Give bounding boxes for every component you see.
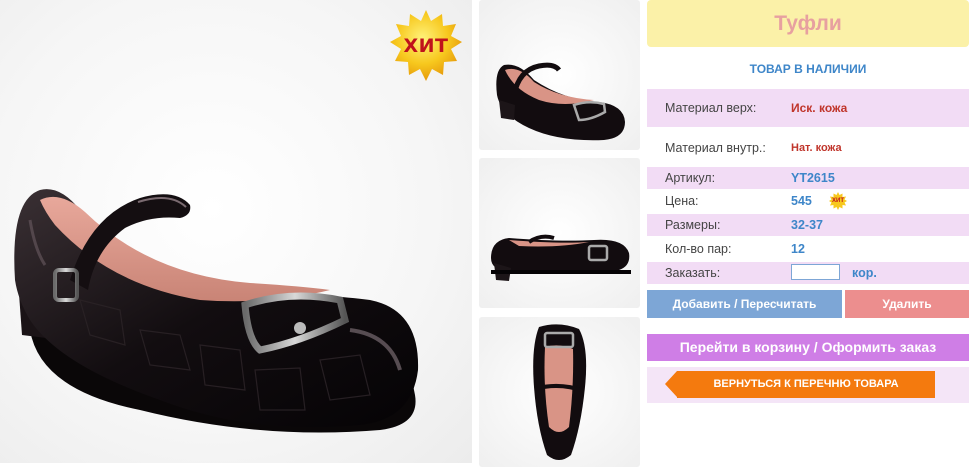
sizes-value: 32-37 [791,218,823,232]
material-inner-value: Нат. кожа [791,142,842,154]
order-unit: кор. [852,266,877,280]
material-inner-label: Материал внутр.: [665,141,766,155]
hit-badge: ХИТ [388,8,464,84]
price-label: Цена: [665,194,699,208]
material-top-value: Иск. кожа [791,101,848,115]
hit-badge-label: ХИТ [403,35,449,57]
add-recalculate-button[interactable]: Добавить / Пересчитать [647,290,842,318]
thumbnail-3[interactable] [479,317,640,467]
price-hit-label: ХИТ [832,198,844,204]
main-product-image: ХИТ [0,0,472,463]
row-price: Цена: 545 ХИТ [647,190,969,212]
price-hit-badge: ХИТ [829,192,847,210]
order-label: Заказать: [665,266,721,280]
article-value: YT2615 [791,171,835,185]
thumbnail-2[interactable] [479,158,640,308]
order-quantity-input[interactable] [791,264,840,280]
go-to-cart-button[interactable]: Перейти в корзину / Оформить заказ [647,334,969,361]
sizes-label: Размеры: [665,218,721,232]
arrow-left-icon[interactable] [665,371,677,397]
back-to-list-button[interactable]: ВЕРНУТЬСЯ К ПЕРЕЧНЮ ТОВАРА [677,371,935,398]
row-material-inner: Материал внутр.: Нат. кожа [647,129,969,167]
delete-button[interactable]: Удалить [845,290,969,318]
material-top-label: Материал верх: [665,101,757,115]
row-order: Заказать: кор. [647,262,969,284]
product-title: Туфли [647,0,969,47]
pairs-label: Кол-во пар: [665,242,732,256]
back-button-container: ВЕРНУТЬСЯ К ПЕРЕЧНЮ ТОВАРА [647,367,969,403]
price-value: 545 [791,194,812,208]
article-label: Артикул: [665,171,716,185]
pairs-value: 12 [791,242,805,256]
row-article: Артикул: YT2615 [647,167,969,189]
row-pairs: Кол-во пар: 12 [647,238,969,260]
row-sizes: Размеры: 32-37 [647,214,969,236]
stock-status: ТОВАР В НАЛИЧИИ [749,62,867,76]
thumbnail-1[interactable] [479,0,640,150]
row-material-top: Материал верх: Иск. кожа [647,89,969,127]
